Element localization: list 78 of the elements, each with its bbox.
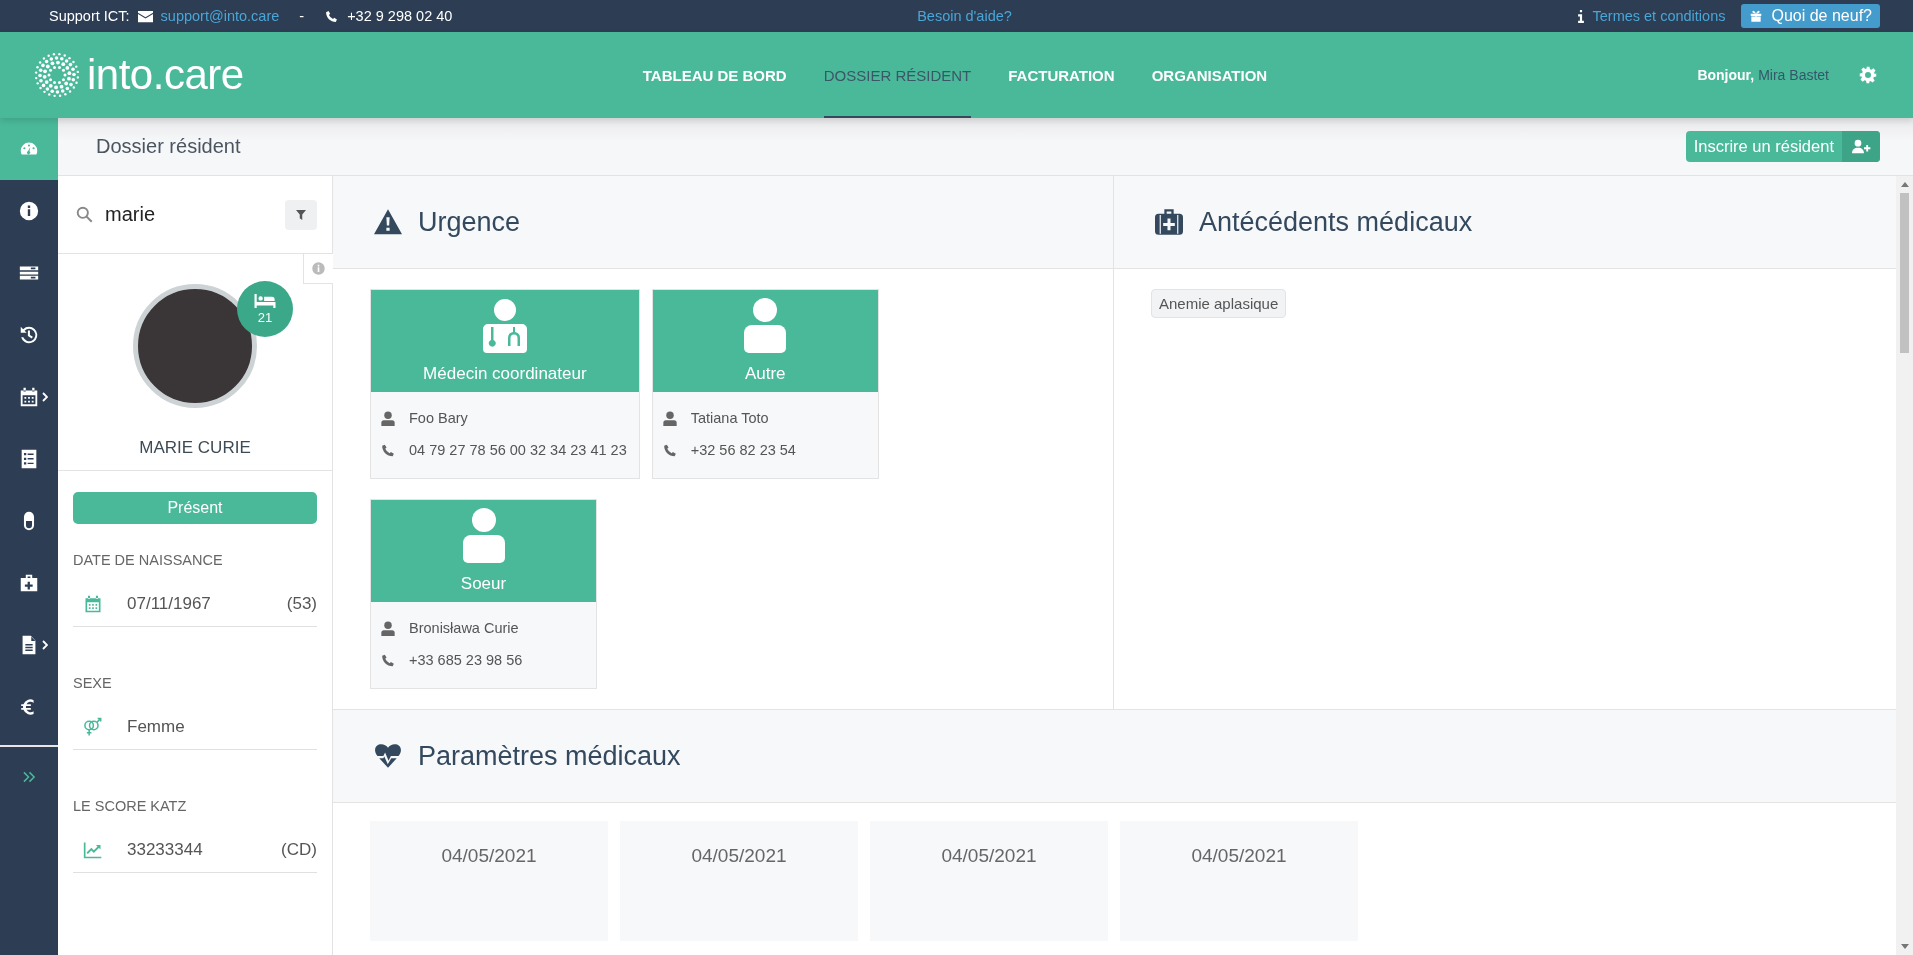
calendar-icon: [83, 594, 103, 614]
contact-phone: +32 56 82 23 54: [690, 442, 796, 458]
resident-name: MARIE CURIE: [138, 438, 252, 458]
contact-phone: 04 79 27 78 56 00 32 34 23 41 23: [409, 442, 627, 458]
chevron-icon: [42, 392, 48, 402]
parameter-date: 04/05/2021: [441, 845, 537, 868]
scroll-up-icon[interactable]: [1900, 182, 1909, 187]
contact-card-header: Soeur: [371, 500, 596, 602]
field-value: 33233344: [127, 840, 204, 860]
filter-icon: [296, 209, 306, 220]
scroll-down-icon[interactable]: [1900, 944, 1909, 949]
phone-icon: [662, 442, 677, 458]
contact-phone: +33 685 23 98 56: [409, 652, 523, 668]
parameter-date: 04/05/2021: [1191, 845, 1287, 868]
field-value: Femme: [127, 717, 186, 737]
phone-icon: [381, 652, 395, 668]
terms-link[interactable]: Termes et conditions: [1592, 8, 1726, 24]
user-icon: [662, 410, 677, 426]
nav-tab[interactable]: ORGANISATION: [1151, 32, 1268, 118]
warning-icon: [374, 209, 402, 235]
contact-name: Foo Bary: [409, 410, 468, 426]
search-icon: [76, 206, 93, 223]
user-name-link[interactable]: Mira Bastet: [1758, 67, 1829, 83]
search-field[interactable]: marie: [105, 203, 235, 226]
line-chart-icon: [83, 840, 103, 860]
section-title: Antécédents médicaux: [1199, 206, 1473, 238]
register-resident-button[interactable]: Inscrire un résident: [1685, 131, 1880, 162]
greeting-label: Bonjour,: [1697, 67, 1755, 83]
phone-number: +32 9 298 02 40: [347, 8, 453, 24]
gift-icon: [1749, 9, 1764, 23]
field-value: 07/11/1967: [127, 594, 212, 614]
scrollbar-thumb[interactable]: [1900, 193, 1909, 353]
medkit-icon: [18, 572, 40, 594]
double-chevron-icon: [22, 771, 36, 783]
history-icon: [18, 324, 40, 346]
help-link[interactable]: Besoin d'aide?: [917, 8, 1012, 24]
chevron-icon: [42, 640, 48, 650]
envelope-icon: [137, 9, 153, 23]
nav-tab[interactable]: FACTURATION: [1008, 32, 1115, 118]
logo-text: into.care: [87, 51, 244, 99]
status-badge: Présent: [73, 492, 317, 524]
gender-icon: [83, 717, 103, 737]
field-extra: (CD): [281, 840, 317, 860]
parameter-date: 04/05/2021: [941, 845, 1037, 868]
email-link[interactable]: support@into.care: [160, 8, 280, 24]
room-badge: 21: [237, 281, 293, 337]
phone-icon: [381, 442, 395, 458]
heartbeat-icon: [374, 743, 402, 769]
support-label: Support ICT:: [49, 8, 130, 24]
medkit-icon: [1155, 209, 1183, 235]
field-label: SEXE: [73, 675, 113, 691]
section-title: Paramètres médicaux: [418, 740, 681, 772]
scrollbar[interactable]: [1896, 176, 1913, 955]
separator: -: [299, 8, 305, 24]
user-icon: [381, 620, 395, 636]
history-tag: Anemie aplasique: [1151, 289, 1287, 318]
add-user-icon: [1851, 139, 1871, 154]
contact-name: Bronisława Curie: [409, 620, 519, 636]
phone-icon: [324, 9, 340, 23]
field-label: DATE DE NAISSANCE: [73, 552, 224, 568]
logo-mark-icon: [33, 51, 81, 99]
field-label: LE SCORE KATZ: [73, 798, 188, 814]
info-icon: [18, 200, 40, 222]
calendar-icon: [18, 386, 40, 408]
info-icon: [1578, 9, 1585, 23]
bed-icon: [254, 293, 276, 308]
section-title: Urgence: [418, 206, 521, 238]
page-title: Dossier résident: [96, 135, 241, 158]
contact-card-header: Autre: [652, 290, 878, 392]
contact-name: Tatiana Toto: [690, 410, 769, 426]
contact-card-header: Médecin coordinateur: [371, 290, 639, 392]
nav-tab[interactable]: TABLEAU DE BORD: [642, 32, 787, 118]
field-extra: (53): [286, 594, 317, 614]
user-icon: [381, 410, 395, 426]
info-icon: [311, 261, 326, 276]
whats-new-button[interactable]: Quoi de neuf?: [1741, 4, 1880, 28]
filter-button[interactable]: [285, 199, 317, 230]
parameter-date: 04/05/2021: [691, 845, 787, 868]
